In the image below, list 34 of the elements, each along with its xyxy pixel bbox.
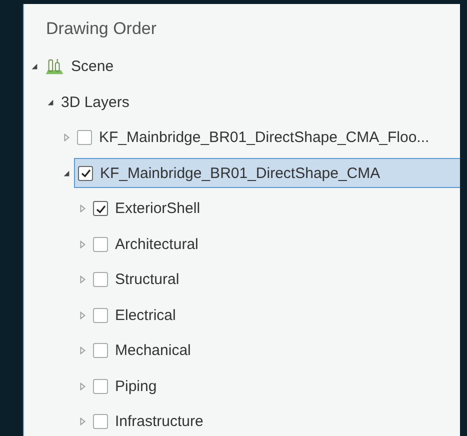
checkbox[interactable] (93, 236, 108, 252)
checkbox[interactable] (93, 201, 108, 216)
collapsed-arrow-icon[interactable] (78, 382, 87, 391)
checkbox[interactable] (93, 308, 108, 323)
checkbox[interactable] (93, 378, 108, 394)
scene-icon (45, 57, 64, 76)
collapsed-arrow-icon[interactable] (78, 240, 87, 249)
tree-item-label[interactable]: 3D Layers (61, 94, 130, 111)
checkbox[interactable] (93, 414, 108, 430)
expanded-arrow-icon[interactable] (30, 62, 39, 72)
collapsed-arrow-icon[interactable] (78, 204, 87, 214)
layer-name[interactable]: KF_Mainbridge_BR01_DirectShape_CMA_Floo... (99, 129, 430, 146)
collapsed-arrow-icon[interactable] (78, 275, 87, 284)
collapsed-arrow-icon[interactable] (78, 310, 87, 320)
layer-name[interactable]: Architectural (115, 236, 198, 253)
collapsed-arrow-icon[interactable] (62, 133, 71, 142)
layer-name[interactable]: Piping (115, 378, 157, 395)
checkbox[interactable] (93, 272, 108, 288)
collapsed-arrow-icon[interactable] (78, 346, 87, 356)
layer-name[interactable]: Mechanical (115, 342, 191, 360)
collapsed-arrow-icon[interactable] (78, 417, 87, 426)
layer-name: KF_Mainbridge_BR01_DirectShape_CMA (100, 164, 380, 182)
tree-item-label[interactable]: Scene (71, 58, 114, 76)
expanded-arrow-icon[interactable] (62, 168, 71, 178)
layer-name[interactable]: Infrastructure (115, 413, 204, 430)
layer-name[interactable]: ExteriorShell (115, 200, 200, 218)
selected-tree-item[interactable]: KF_Mainbridge_BR01_DirectShape_CMA (74, 158, 460, 188)
expanded-arrow-icon[interactable] (46, 98, 55, 107)
panel-title: Drawing Order (45, 18, 158, 40)
checkbox[interactable] (77, 130, 92, 146)
layer-name[interactable]: Structural (115, 271, 180, 288)
layer-name[interactable]: Electrical (115, 306, 176, 324)
checkbox[interactable] (93, 343, 108, 358)
checkbox[interactable] (78, 166, 93, 181)
